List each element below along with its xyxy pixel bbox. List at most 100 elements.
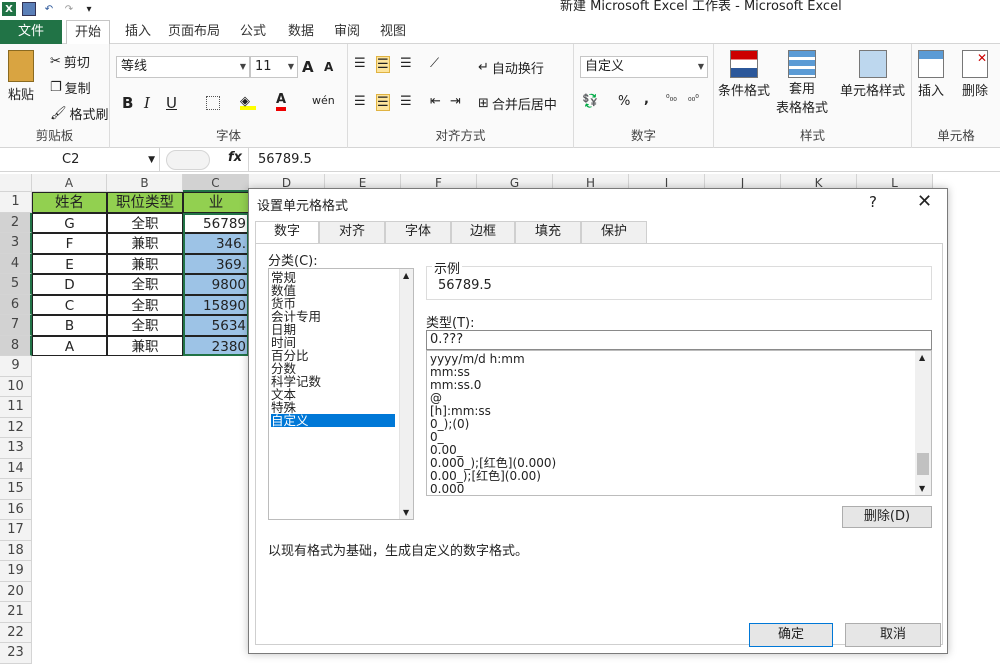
comma-button[interactable]: ,: [644, 92, 649, 107]
select-all-corner[interactable]: [0, 174, 32, 192]
shrink-font-button[interactable]: A: [324, 60, 333, 74]
tab-number[interactable]: 数字: [255, 221, 319, 244]
row-header[interactable]: 2: [0, 212, 32, 233]
cell[interactable]: 姓名: [32, 192, 107, 213]
cell[interactable]: 全职: [107, 315, 183, 336]
font-size-combo[interactable]: 11 ▼: [250, 56, 298, 78]
increase-indent-button[interactable]: ⇥: [450, 94, 461, 109]
align-right-button[interactable]: ☰: [400, 94, 412, 109]
type-scrollbar[interactable]: ▲ ▼: [915, 351, 931, 495]
cell[interactable]: 15890: [183, 294, 249, 315]
cell[interactable]: 全职: [107, 212, 183, 233]
undo-icon[interactable]: ↶: [42, 2, 56, 16]
cell[interactable]: 2380: [183, 335, 249, 356]
align-middle-button[interactable]: ☰: [376, 56, 390, 73]
cell[interactable]: 9800: [183, 274, 249, 295]
conditional-formatting-button[interactable]: 条件格式: [718, 50, 770, 99]
chevron-down-icon[interactable]: ▼: [919, 484, 925, 493]
row-header[interactable]: 1: [0, 192, 32, 213]
percent-button[interactable]: %: [618, 94, 630, 109]
row-header[interactable]: 5: [0, 274, 32, 295]
align-top-button[interactable]: ☰: [354, 56, 366, 71]
close-button[interactable]: ✕: [917, 191, 932, 212]
formula-bar-resize-handle[interactable]: [166, 150, 210, 170]
row-header[interactable]: 23: [0, 643, 32, 664]
tab-view[interactable]: 视图: [372, 20, 414, 44]
paste-button[interactable]: 粘贴: [8, 50, 34, 103]
row-header[interactable]: 4: [0, 253, 32, 274]
insert-cells-button[interactable]: 插入: [918, 50, 944, 99]
align-bottom-button[interactable]: ☰: [400, 56, 412, 71]
cell[interactable]: B: [32, 315, 107, 336]
font-name-combo[interactable]: 等线 ▼: [116, 56, 250, 78]
format-as-table-button[interactable]: 套用 表格格式: [776, 50, 828, 116]
italic-button[interactable]: I: [144, 94, 150, 112]
column-header[interactable]: C: [183, 174, 249, 192]
delete-format-button[interactable]: 删除(D): [842, 506, 932, 528]
cell[interactable]: 5634: [183, 315, 249, 336]
customize-qat-icon[interactable]: ▾: [82, 2, 96, 16]
cell[interactable]: C: [32, 294, 107, 315]
name-box[interactable]: C2 ▼: [0, 148, 160, 172]
row-header[interactable]: 13: [0, 438, 32, 459]
row-header[interactable]: 12: [0, 417, 32, 438]
phonetic-button[interactable]: wén: [312, 94, 335, 107]
cell[interactable]: 369.: [183, 253, 249, 274]
row-header[interactable]: 10: [0, 376, 32, 397]
fill-color-button[interactable]: ◈: [240, 94, 256, 110]
tab-alignment[interactable]: 对齐: [319, 221, 385, 243]
delete-cells-button[interactable]: ✕ 删除: [962, 50, 988, 99]
wrap-text-button[interactable]: ↵ 自动换行: [478, 58, 544, 77]
row-header[interactable]: 8: [0, 335, 32, 356]
cell[interactable]: 全职: [107, 294, 183, 315]
row-header[interactable]: 11: [0, 397, 32, 418]
row-header[interactable]: 18: [0, 540, 32, 561]
row-header[interactable]: 14: [0, 458, 32, 479]
redo-icon[interactable]: ↷: [62, 2, 76, 16]
cell[interactable]: 兼职: [107, 335, 183, 356]
tab-font[interactable]: 字体: [385, 221, 451, 243]
tab-review[interactable]: 审阅: [326, 20, 368, 44]
tab-home[interactable]: 开始: [66, 20, 110, 45]
row-header[interactable]: 19: [0, 561, 32, 582]
cell[interactable]: 兼职: [107, 253, 183, 274]
decrease-indent-button[interactable]: ⇤: [430, 94, 441, 109]
chevron-up-icon[interactable]: ▲: [919, 353, 925, 362]
tab-file[interactable]: 文件: [0, 20, 62, 44]
row-header[interactable]: 16: [0, 499, 32, 520]
tab-border[interactable]: 边框: [451, 221, 515, 243]
border-button[interactable]: [206, 96, 220, 110]
tab-insert[interactable]: 插入: [116, 20, 160, 44]
tab-protection[interactable]: 保护: [581, 221, 647, 243]
cut-button[interactable]: ✂ 剪切: [50, 52, 90, 71]
merge-center-button[interactable]: ⊞ 合并后居中: [478, 94, 557, 113]
align-center-button[interactable]: ☰: [376, 94, 390, 111]
format-painter-button[interactable]: 🖌 格式刷: [50, 104, 109, 123]
type-list[interactable]: yyyy/m/d h:mm mm:ss mm:ss.0 @ [h]:mm:ss 0_);(…: [426, 350, 932, 496]
category-item[interactable]: 自定义: [271, 414, 395, 427]
cell[interactable]: D: [32, 274, 107, 295]
row-header[interactable]: 22: [0, 622, 32, 643]
category-list[interactable]: 常规 数值 货币 会计专用 日期 时间 百分比 分数 科学记数 文本 特殊 自定义 ▲ ▼: [268, 268, 414, 520]
row-header[interactable]: 15: [0, 479, 32, 500]
tab-fill[interactable]: 填充: [515, 221, 581, 243]
tab-page-layout[interactable]: 页面布局: [162, 20, 226, 44]
orientation-button[interactable]: ⟋: [430, 56, 439, 71]
chevron-down-icon[interactable]: ▼: [403, 508, 409, 517]
ok-button[interactable]: 确定: [749, 623, 833, 647]
font-color-button[interactable]: A: [276, 92, 287, 111]
formula-input[interactable]: 56789.5: [258, 150, 312, 170]
type-item[interactable]: 0.000: [430, 483, 464, 496]
accounting-format-button[interactable]: 💱: [582, 94, 598, 109]
cell[interactable]: 兼职: [107, 233, 183, 254]
row-header[interactable]: 7: [0, 315, 32, 336]
tab-formulas[interactable]: 公式: [232, 20, 274, 44]
row-header[interactable]: 3: [0, 233, 32, 254]
number-format-combo[interactable]: 自定义 ▼: [580, 56, 708, 78]
decrease-decimal-button[interactable]: ₀₀⁰: [688, 94, 699, 104]
increase-decimal-button[interactable]: ⁰₀₀: [666, 94, 677, 104]
grow-font-button[interactable]: A: [302, 58, 314, 76]
help-button[interactable]: ?: [869, 193, 877, 211]
row-header[interactable]: 20: [0, 581, 32, 602]
save-icon[interactable]: [22, 2, 36, 16]
